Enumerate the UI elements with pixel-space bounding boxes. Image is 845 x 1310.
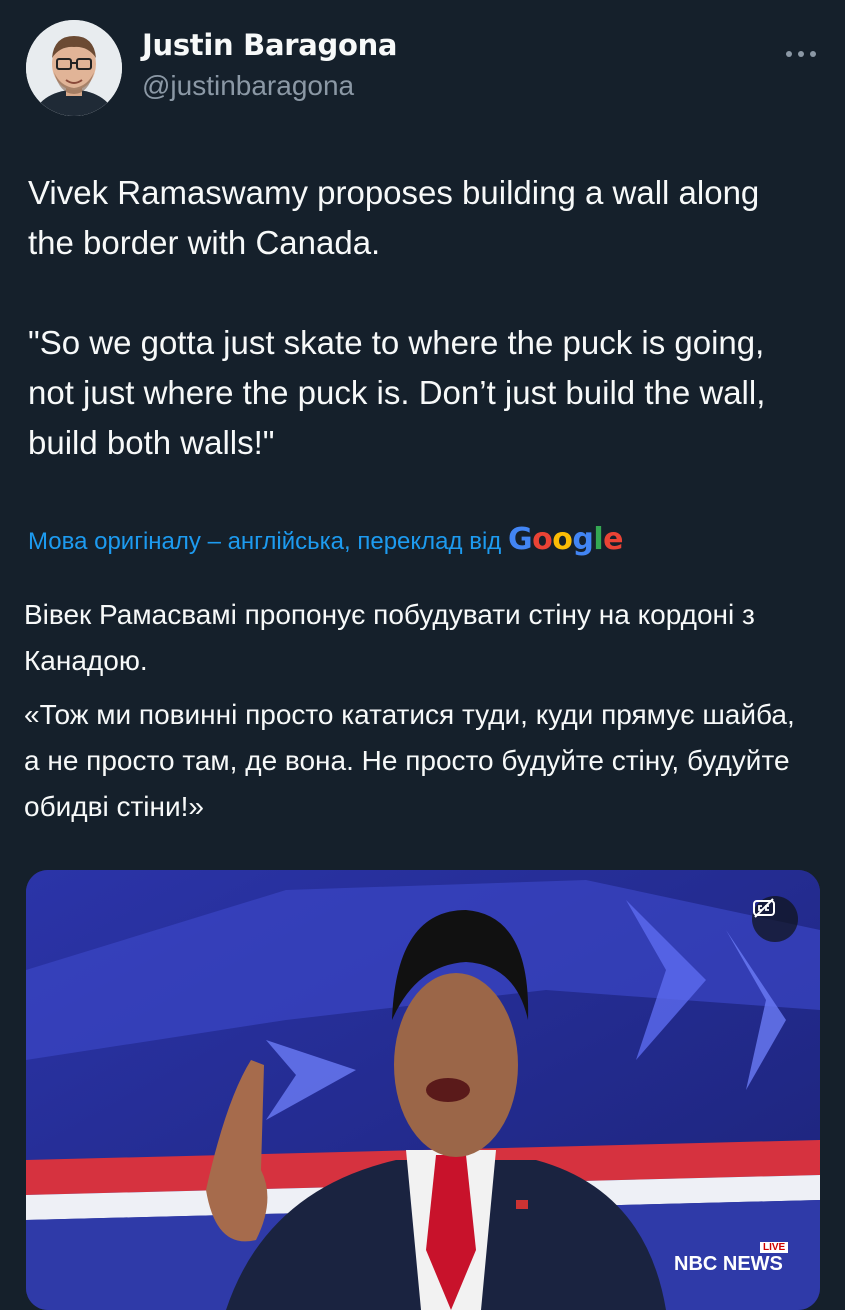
tweet-paragraph: "So we gotta just skate to where the puc… — [28, 324, 766, 461]
avatar-image — [26, 20, 122, 116]
video-frame — [26, 870, 820, 1310]
user-handle[interactable]: @justinbaragona — [142, 70, 354, 102]
video-player[interactable]: LIVE NBC NEWS — [26, 870, 820, 1310]
live-badge: LIVE — [760, 1242, 789, 1253]
google-logo: Google — [507, 522, 624, 557]
tweet-paragraph: Vivek Ramaswamy proposes building a wall… — [28, 174, 760, 261]
captions-icon[interactable] — [752, 896, 798, 942]
translation-notice-text: Мова оригіналу – англійська, переклад ві… — [28, 528, 502, 555]
translated-text: Вівек Рамасвамі пропонує побудувати стін… — [24, 592, 814, 830]
display-name[interactable]: Justin Baragona — [142, 28, 397, 62]
more-options-icon[interactable] — [785, 32, 817, 66]
translation-notice[interactable]: Мова оригіналу – англійська, переклад ві… — [28, 522, 623, 557]
broadcaster-logo: NBC NEWS — [674, 1253, 783, 1275]
translated-paragraph: Вівек Рамасвамі пропонує побудувати стін… — [24, 599, 755, 676]
tweet-header: Justin Baragona @justinbaragona — [24, 18, 821, 118]
tweet-text: Vivek Ramaswamy proposes building a wall… — [28, 168, 808, 468]
translated-paragraph: «Тож ми повинні просто кататися туди, ку… — [24, 699, 795, 822]
avatar[interactable] — [26, 20, 122, 116]
